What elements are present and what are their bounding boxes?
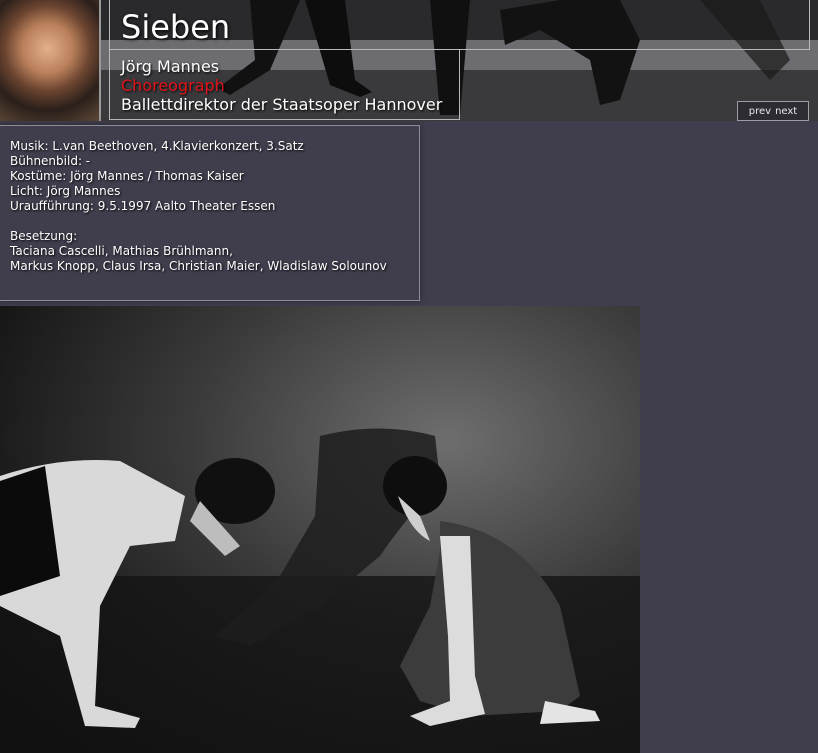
info-licht: Licht: Jörg Mannes [10,184,121,198]
info-urauffuehrung: Uraufführung: 9.5.1997 Aalto Theater Ess… [10,199,276,213]
info-kostueme: Kostüme: Jörg Mannes / Thomas Kaiser [10,169,244,183]
besetzung-label: Besetzung: [10,229,78,243]
besetzung-line-1: Taciana Cascelli, Mathias Brühlmann, [10,244,233,258]
pager: prev next [737,101,809,121]
besetzung-line-2: Markus Knopp, Claus Irsa, Christian Maie… [10,259,387,273]
info-buehnenbild: Bühnenbild: - [10,154,91,168]
info-musik: Musik: L.van Beethoven, 4.Klavierkonzert… [10,139,304,153]
prev-link[interactable]: prev [749,106,771,117]
header-banner: Sieben Jörg Mannes Choreograph Ballettdi… [0,0,818,121]
person-role: Choreograph [121,76,225,95]
next-link[interactable]: next [775,106,797,117]
page-title: Sieben [121,8,231,46]
stage-photo [0,306,640,753]
person-position: Ballettdirektor der Staatsoper Hannover [121,95,443,114]
person-name: Jörg Mannes [121,57,220,76]
title-box: Sieben [109,0,810,50]
production-info-panel: Musik: L.van Beethoven, 4.Klavierkonzert… [0,125,420,301]
choreographer-portrait [0,0,101,121]
dancers-photo-illustration [0,306,640,753]
person-box: Jörg Mannes Choreograph Ballettdirektor … [109,49,460,120]
